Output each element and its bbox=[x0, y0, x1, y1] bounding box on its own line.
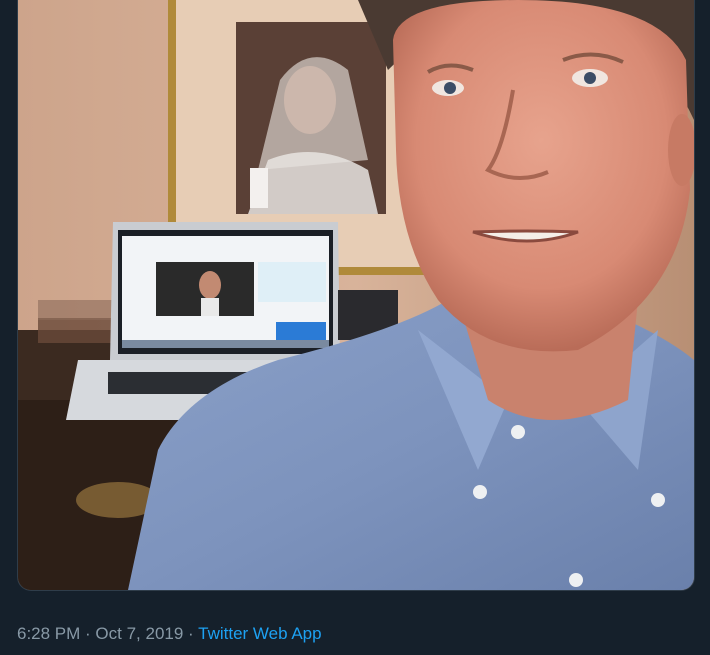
tweet-source-link[interactable]: Twitter Web App bbox=[198, 624, 321, 643]
tweet-metadata: 6:28 PM · Oct 7, 2019 · Twitter Web App bbox=[17, 622, 322, 646]
tweet-photo[interactable] bbox=[17, 0, 695, 591]
meta-separator: · bbox=[80, 624, 96, 643]
tweet-date[interactable]: Oct 7, 2019 bbox=[95, 624, 183, 643]
tweet-time[interactable]: 6:28 PM bbox=[17, 624, 80, 643]
meta-separator: · bbox=[183, 624, 199, 643]
selfie-image bbox=[18, 0, 694, 590]
